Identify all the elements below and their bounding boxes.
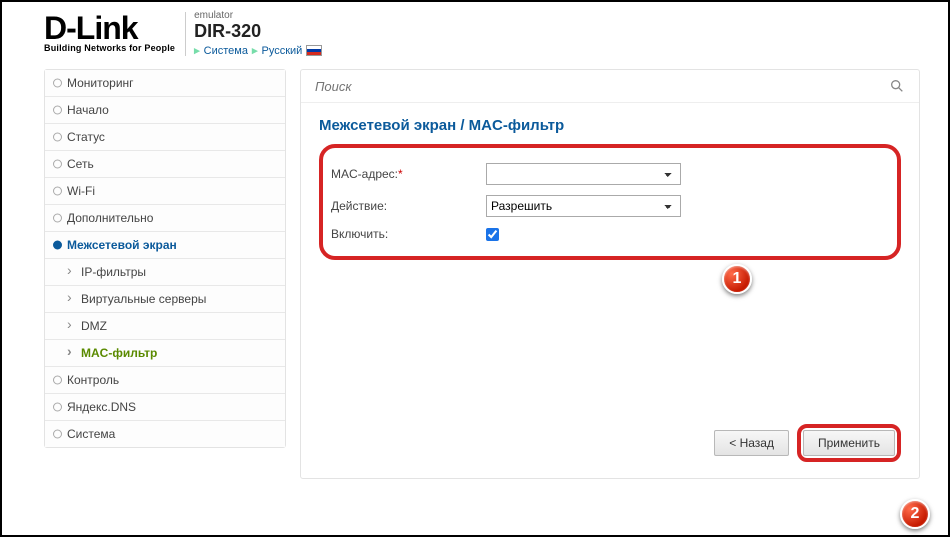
action-label: Действие:	[331, 199, 486, 213]
logo: D-Link Building Networks for People	[44, 14, 175, 53]
model-name: DIR-320	[194, 21, 322, 42]
sidebar-item-yandex-dns[interactable]: Яндекс.DNS	[45, 394, 285, 421]
flag-ru-icon[interactable]	[306, 45, 322, 56]
breadcrumb: ▸ Система ▸ Русский	[194, 44, 322, 57]
sidebar: Мониторинг Начало Статус Сеть Wi-Fi Допо…	[44, 69, 286, 479]
sidebar-item-virtual-servers[interactable]: Виртуальные серверы	[45, 286, 285, 313]
chevron-right-icon: ▸	[194, 44, 200, 57]
search-icon[interactable]	[889, 78, 905, 94]
apply-highlight: Применить	[797, 424, 901, 462]
model-block: emulator DIR-320 ▸ Система ▸ Русский	[194, 10, 322, 57]
mac-select[interactable]	[486, 163, 681, 185]
sidebar-item-start[interactable]: Начало	[45, 97, 285, 124]
sidebar-item-monitoring[interactable]: Мониторинг	[45, 70, 285, 97]
footer-actions: < Назад Применить	[301, 412, 919, 478]
back-button[interactable]: < Назад	[714, 430, 789, 456]
callout-1: 1	[722, 264, 752, 294]
form-row-mac: MAC-адрес:*	[331, 158, 889, 190]
sidebar-item-control[interactable]: Контроль	[45, 367, 285, 394]
form-row-enable: Включить:	[331, 222, 889, 246]
search-input[interactable]	[315, 79, 889, 94]
sidebar-item-ip-filters[interactable]: IP-фильтры	[45, 259, 285, 286]
sidebar-item-advanced[interactable]: Дополнительно	[45, 205, 285, 232]
logo-tagline: Building Networks for People	[44, 43, 175, 53]
form-row-action: Действие: Разрешить	[331, 190, 889, 222]
page-title: Межсетевой экран / MAC-фильтр	[319, 117, 901, 134]
apply-button[interactable]: Применить	[803, 430, 895, 456]
logo-text: D-Link	[44, 14, 138, 43]
content-inner: Межсетевой экран / MAC-фильтр MAC-адрес:…	[301, 103, 919, 274]
sidebar-item-firewall[interactable]: Межсетевой экран	[45, 232, 285, 259]
enable-label: Включить:	[331, 227, 486, 241]
sidebar-item-network[interactable]: Сеть	[45, 151, 285, 178]
callout-2: 2	[900, 499, 930, 529]
emulator-label: emulator	[194, 10, 322, 21]
enable-checkbox[interactable]	[486, 228, 499, 241]
divider	[185, 12, 186, 56]
sidebar-item-wifi[interactable]: Wi-Fi	[45, 178, 285, 205]
sidebar-item-status[interactable]: Статус	[45, 124, 285, 151]
sidebar-item-dmz[interactable]: DMZ	[45, 313, 285, 340]
crumb-system[interactable]: Система	[204, 45, 248, 57]
search-bar	[301, 70, 919, 103]
header: D-Link Building Networks for People emul…	[2, 2, 948, 59]
sidebar-item-system[interactable]: Система	[45, 421, 285, 447]
chevron-right-icon: ▸	[252, 44, 258, 57]
content: Межсетевой экран / MAC-фильтр MAC-адрес:…	[300, 69, 920, 479]
form-highlight-box: MAC-адрес:* Действие: Разрешить Включить…	[319, 144, 901, 260]
mac-label: MAC-адрес:*	[331, 167, 486, 181]
crumb-language[interactable]: Русский	[262, 45, 303, 57]
sidebar-menu: Мониторинг Начало Статус Сеть Wi-Fi Допо…	[44, 69, 286, 448]
sidebar-item-mac-filter[interactable]: MAC-фильтр	[45, 340, 285, 367]
action-select[interactable]: Разрешить	[486, 195, 681, 217]
